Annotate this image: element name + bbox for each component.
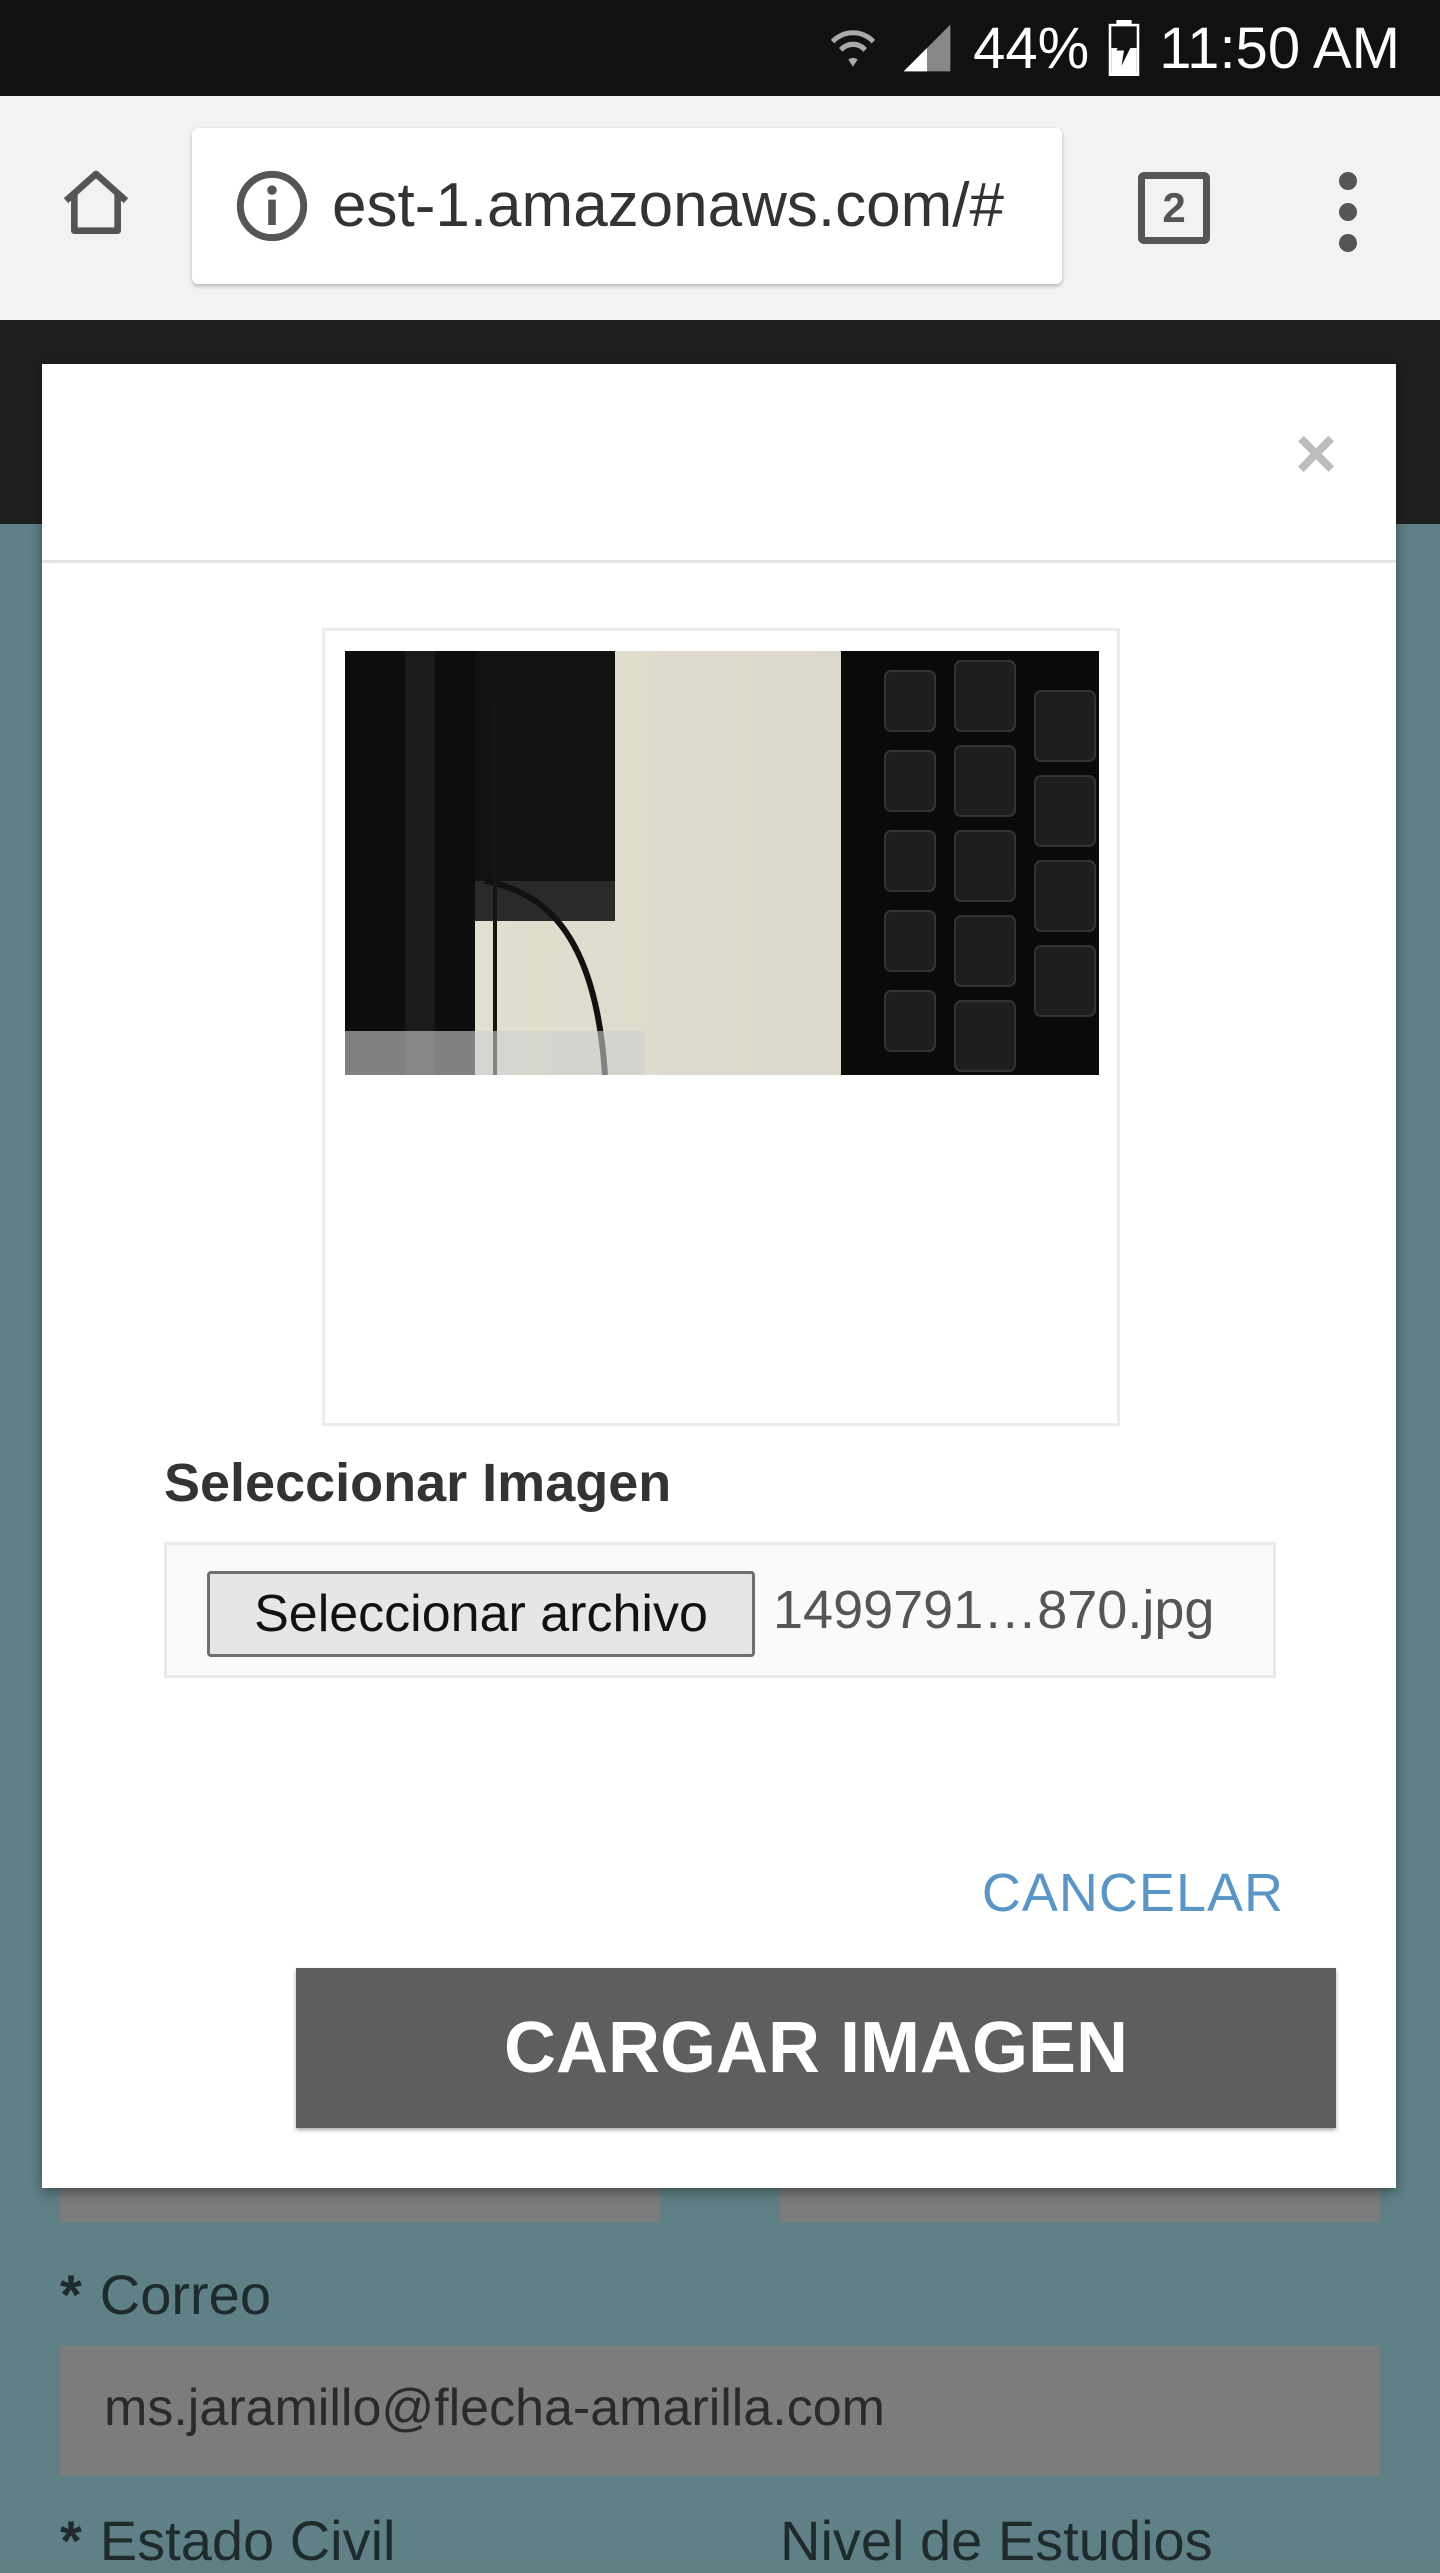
selected-file-name: 1499791…870.jpg (773, 1580, 1215, 1640)
status-bar: 44% 11:50 AM (0, 0, 1440, 96)
marital-label: Estado Civil (99, 2509, 396, 2572)
cancel-button[interactable]: CANCELAR (982, 1862, 1284, 1924)
info-icon[interactable] (234, 168, 310, 244)
battery-level: 44% (973, 15, 1090, 81)
email-label: Correo (99, 2263, 271, 2326)
modal-header: × (42, 364, 1396, 563)
upload-image-modal: × Seleccionar Imagen Seleccionar archivo… (42, 364, 1396, 2188)
email-label-row: * Correo (60, 2262, 271, 2327)
select-image-label: Seleccionar Imagen (164, 1453, 672, 1513)
url-text: est-1.amazonaws.com/# (332, 171, 1004, 240)
wifi-icon (825, 20, 881, 76)
home-icon[interactable] (48, 156, 144, 252)
required-marker: * (60, 2509, 82, 2572)
address-bar[interactable]: est-1.amazonaws.com/# (192, 128, 1062, 284)
email-value: ms.jaramillo@flecha-amarilla.com (104, 2379, 885, 2437)
file-input[interactable]: Seleccionar archivo 1499791…870.jpg (164, 1542, 1276, 1678)
marital-label-row: * Estado Civil (60, 2508, 395, 2573)
upload-image-button[interactable]: CARGAR IMAGEN (296, 1968, 1336, 2128)
battery-icon (1107, 20, 1141, 76)
image-preview (345, 651, 1099, 1075)
education-label: Nivel de Estudios (780, 2509, 1213, 2572)
required-marker: * (60, 2263, 82, 2326)
clock: 11:50 AM (1159, 15, 1400, 81)
browser-toolbar: est-1.amazonaws.com/# 2 (0, 96, 1440, 320)
image-preview-frame (322, 628, 1120, 1426)
choose-file-button[interactable]: Seleccionar archivo (207, 1571, 755, 1657)
more-vert-icon[interactable] (1320, 172, 1376, 252)
tabs-icon[interactable]: 2 (1138, 172, 1210, 244)
close-icon[interactable]: × (1276, 414, 1356, 494)
status-icons: 44% 11:50 AM (825, 0, 1400, 96)
signal-icon (899, 20, 955, 76)
